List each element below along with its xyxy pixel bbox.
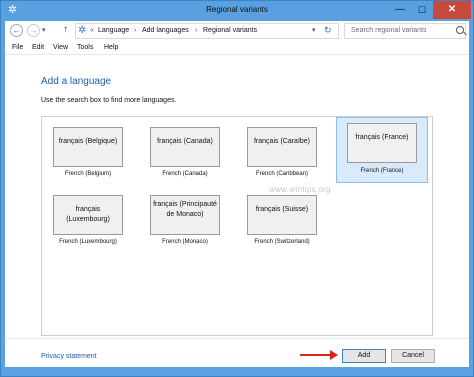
language-tile-box: français (Belgique): [53, 127, 123, 167]
watermark: www.wintips.org: [269, 185, 331, 194]
language-tile-box: français (Canada): [150, 127, 220, 167]
content-pane: Add a language Use the search box to fin…: [5, 55, 469, 367]
minimize-button[interactable]: —: [389, 1, 411, 19]
add-button[interactable]: Add: [342, 349, 386, 363]
language-tile-france[interactable]: français (France) French (France): [336, 117, 428, 183]
address-box[interactable]: ✲ « Language › Add languages › Regional …: [75, 23, 339, 39]
language-native-name: français (Luxembourg): [66, 206, 110, 223]
language-tile-caribbean[interactable]: français (Caraïbe) French (Caribbean): [241, 123, 323, 183]
menu-edit[interactable]: Edit: [32, 44, 44, 51]
forward-button[interactable]: →: [27, 24, 40, 37]
search-input[interactable]: Search regional variants: [344, 23, 466, 39]
language-tile-switzerland[interactable]: français (Suisse) French (Switzerland): [241, 191, 323, 251]
window: ✲ Regional variants — ☐ ✕ ← → ▾ ↑ ✲ « La…: [0, 0, 474, 377]
page-subtitle: Use the search box to find more language…: [41, 97, 177, 104]
cancel-button[interactable]: Cancel: [391, 349, 435, 363]
language-tile-box: français (Luxembourg): [53, 195, 123, 235]
refresh-icon[interactable]: ↻: [324, 25, 332, 36]
language-english-name: French (France): [360, 168, 404, 174]
menu-tools[interactable]: Tools: [77, 44, 93, 51]
language-tile-luxembourg[interactable]: français (Luxembourg) French (Luxembourg…: [47, 191, 129, 251]
language-english-name: French (Luxembourg): [59, 239, 117, 245]
breadcrumb-language[interactable]: Language: [98, 27, 129, 34]
language-native-name: français (Suisse): [255, 206, 309, 213]
search-icon[interactable]: [456, 26, 464, 34]
language-native-name: français (Canada): [157, 138, 213, 145]
language-english-name: French (Caribbean): [255, 171, 309, 177]
language-english-name: French (Belgium): [64, 171, 111, 177]
footer-divider: [5, 338, 469, 339]
language-tile-canada[interactable]: français (Canada) French (Canada): [144, 123, 226, 183]
menu-view[interactable]: View: [53, 44, 68, 51]
overflow-chevron[interactable]: «: [90, 27, 94, 34]
red-arrow-annotation: [300, 350, 338, 360]
language-english-name: French (Canada): [162, 171, 208, 177]
privacy-statement-link[interactable]: Privacy statement: [41, 353, 97, 360]
close-button[interactable]: ✕: [433, 1, 471, 19]
language-tile-box: français (Principauté de Monaco): [150, 195, 220, 235]
language-native-name: français (Caraïbe): [253, 138, 311, 145]
language-english-name: French (Monaco): [162, 239, 208, 245]
breadcrumb-regional-variants[interactable]: Regional variants: [203, 27, 257, 34]
control-panel-icon: ✲: [78, 25, 87, 36]
menu-file[interactable]: File: [12, 44, 23, 51]
breadcrumb-add-languages[interactable]: Add languages: [142, 27, 189, 34]
page-title: Add a language: [41, 76, 112, 87]
language-list: français (Belgique) French (Belgium) fra…: [41, 116, 433, 336]
menu-help[interactable]: Help: [104, 44, 118, 51]
language-native-name: français (Belgique): [58, 138, 118, 145]
language-native-name: français (Principauté de Monaco): [153, 201, 217, 218]
maximize-button[interactable]: ☐: [411, 1, 433, 19]
language-english-name: French (Switzerland): [254, 239, 310, 245]
title-bar: ✲ Regional variants — ☐ ✕: [1, 1, 473, 21]
breadcrumb-separator: ›: [195, 27, 198, 34]
window-bottom-border: [1, 367, 473, 376]
language-tile-box: français (Caraïbe): [247, 127, 317, 167]
language-tile-box: français (Suisse): [247, 195, 317, 235]
address-dropdown-icon[interactable]: ▾: [312, 26, 316, 34]
language-tile-box: français (France): [347, 123, 417, 163]
address-bar: ← → ▾ ↑ ✲ « Language › Add languages › R…: [5, 21, 469, 41]
language-native-name: français (France): [355, 134, 409, 141]
recent-locations-icon[interactable]: ▾: [42, 26, 46, 34]
search-placeholder: Search regional variants: [351, 27, 427, 34]
breadcrumb-separator: ›: [134, 27, 137, 34]
language-tile-monaco[interactable]: français (Principauté de Monaco) French …: [144, 191, 226, 251]
back-button[interactable]: ←: [10, 24, 23, 37]
menu-bar: File Edit View Tools Help: [5, 41, 469, 55]
language-tile-belgium[interactable]: français (Belgique) French (Belgium): [47, 123, 129, 183]
up-arrow-icon[interactable]: ↑: [63, 24, 68, 35]
